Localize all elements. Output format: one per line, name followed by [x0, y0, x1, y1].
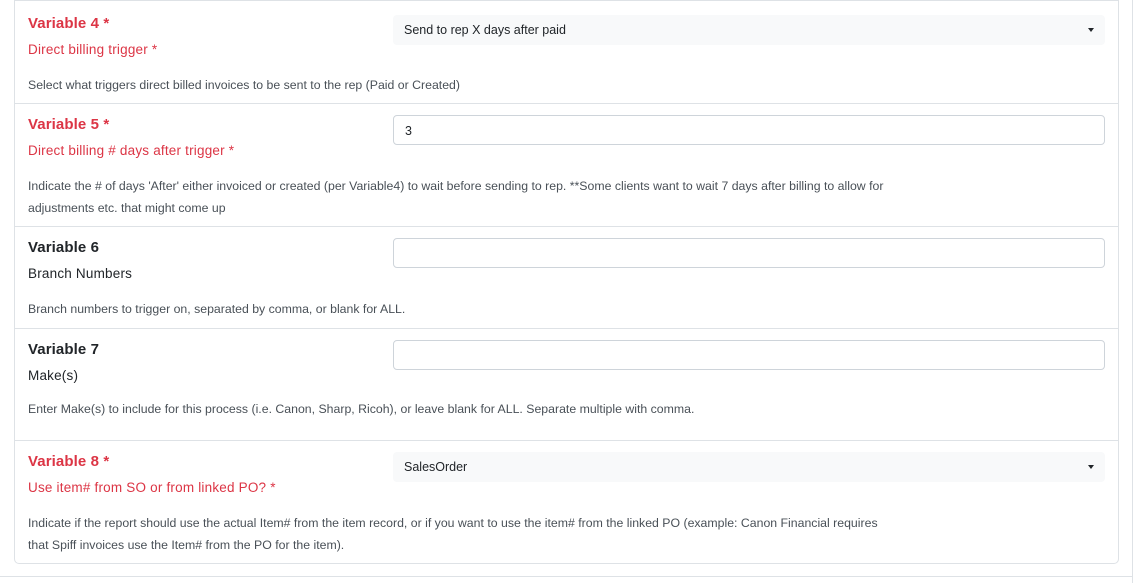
variable-7-title: Variable 7 — [28, 341, 100, 358]
variable-8-help-line-2: that Spiff invoices use the Item# from t… — [28, 538, 345, 552]
variable-5-help-line-1: Indicate the # of days 'After' either in… — [28, 179, 884, 193]
variable-5-input-value: 3 — [405, 124, 412, 138]
outer-border-bottom — [0, 576, 1133, 583]
outer-border-right — [1132, 0, 1133, 583]
variable-6-input[interactable] — [393, 238, 1105, 268]
variable-8-select-value: SalesOrder — [404, 460, 468, 474]
variable-4-help: Select what triggers direct billed invoi… — [28, 78, 460, 92]
variable-5-section: Variable 5 * Direct billing # days after… — [14, 104, 1119, 227]
variable-7-help: Enter Make(s) to include for this proces… — [28, 402, 695, 416]
variable-5-title: Variable 5 * — [28, 116, 110, 133]
variable-4-subtitle: Direct billing trigger * — [28, 42, 158, 57]
variable-6-help: Branch numbers to trigger on, separated … — [28, 302, 406, 316]
variable-5-subtitle: Direct billing # days after trigger * — [28, 143, 235, 158]
variable-5-input[interactable]: 3 — [393, 115, 1105, 145]
variable-6-title: Variable 6 — [28, 239, 100, 256]
variable-4-title: Variable 4 * — [28, 15, 110, 32]
variable-5-help: Indicate the # of days 'After' either in… — [28, 175, 928, 219]
variable-7-input[interactable] — [393, 340, 1105, 370]
variable-8-title: Variable 8 * — [28, 453, 110, 470]
caret-down-icon — [1088, 465, 1094, 469]
variable-5-help-line-2: adjustments etc. that might come up — [28, 201, 226, 215]
variable-7-section: Variable 7 Make(s) Enter Make(s) to incl… — [14, 329, 1119, 441]
variable-7-subtitle: Make(s) — [28, 368, 79, 383]
variable-8-help-line-1: Indicate if the report should use the ac… — [28, 516, 878, 530]
variable-6-subtitle: Branch Numbers — [28, 266, 133, 281]
variable-6-section: Variable 6 Branch Numbers Branch numbers… — [14, 227, 1119, 329]
variable-8-subtitle: Use item# from SO or from linked PO? * — [28, 480, 276, 495]
variable-4-section: Variable 4 * Direct billing trigger * Se… — [14, 0, 1119, 104]
variable-8-select[interactable]: SalesOrder — [393, 452, 1105, 482]
variable-4-select[interactable]: Send to rep X days after paid — [393, 15, 1105, 45]
variable-8-help: Indicate if the report should use the ac… — [28, 512, 928, 556]
variable-8-section: Variable 8 * Use item# from SO or from l… — [14, 441, 1119, 564]
caret-down-icon — [1088, 28, 1094, 32]
variable-4-select-value: Send to rep X days after paid — [404, 23, 566, 37]
